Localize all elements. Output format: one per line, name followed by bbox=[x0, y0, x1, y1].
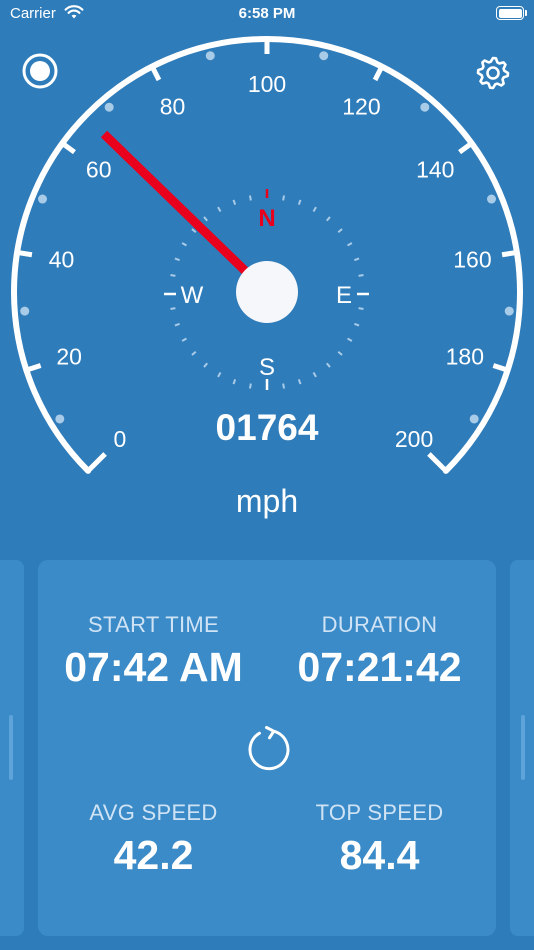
duration-label: DURATION bbox=[321, 612, 438, 637]
compass-tick bbox=[347, 242, 353, 247]
gauge-major-tick bbox=[492, 363, 509, 373]
speed-label: 80 bbox=[160, 94, 186, 120]
compass-tick bbox=[354, 257, 360, 262]
gauge-minor-dot bbox=[104, 102, 114, 112]
top-speed-value: 84.4 bbox=[339, 832, 420, 878]
compass-tick bbox=[181, 337, 187, 342]
compass-tick bbox=[297, 199, 302, 205]
speed-label: 200 bbox=[395, 426, 433, 452]
speed-label: 100 bbox=[248, 71, 286, 97]
gauge-major-tick bbox=[25, 363, 42, 373]
trip-stats-card: START TIME 07:42 AM DURATION 07:21:42 AV… bbox=[38, 560, 496, 936]
speed-needle bbox=[100, 130, 271, 296]
compass-tick bbox=[174, 322, 180, 327]
top-speed-stat: TOP SPEED 84.4 bbox=[265, 800, 494, 879]
top-speed-label: TOP SPEED bbox=[315, 800, 444, 825]
compass-tick bbox=[354, 322, 360, 327]
compass-tick bbox=[232, 199, 237, 205]
compass-north-label: N bbox=[258, 205, 275, 232]
compass-tick bbox=[312, 206, 317, 212]
gear-icon bbox=[476, 56, 510, 90]
compass-tick bbox=[282, 195, 286, 201]
gauge-major-tick bbox=[501, 249, 518, 258]
compass-tick bbox=[181, 242, 187, 247]
speed-label: 40 bbox=[49, 246, 75, 272]
compass-tick bbox=[170, 273, 176, 277]
gauge-minor-dot bbox=[504, 306, 514, 316]
compass-tick bbox=[326, 362, 331, 368]
gauge-minor-dot bbox=[469, 414, 479, 424]
gauge-major-tick bbox=[427, 452, 448, 473]
gauge-major-tick bbox=[372, 65, 385, 82]
compass-tick bbox=[217, 372, 222, 378]
gauge-minor-dot bbox=[420, 102, 430, 112]
gauge-minor-dot bbox=[20, 306, 30, 316]
compass-tick bbox=[248, 195, 252, 201]
compass-south-label: S bbox=[259, 354, 275, 381]
reset-icon bbox=[248, 726, 290, 771]
gauge-major-tick bbox=[86, 452, 107, 473]
compass-east-label: E bbox=[336, 282, 352, 309]
speed-label: 120 bbox=[342, 94, 380, 120]
gauge-major-tick bbox=[458, 141, 474, 155]
compass-tick bbox=[358, 307, 364, 311]
compass-tick bbox=[282, 383, 286, 389]
record-icon bbox=[30, 61, 50, 81]
speed-label: 60 bbox=[86, 157, 112, 183]
settings-button[interactable] bbox=[474, 54, 512, 92]
avg-speed-label: AVG SPEED bbox=[89, 800, 218, 825]
compass-tick bbox=[358, 273, 364, 277]
gauge-major-tick bbox=[60, 141, 76, 155]
start-time-value: 07:42 AM bbox=[64, 644, 243, 690]
speed-label: 160 bbox=[453, 246, 491, 272]
record-button[interactable] bbox=[22, 53, 58, 89]
compass-tick bbox=[203, 362, 208, 368]
needle-hub bbox=[236, 261, 298, 323]
compass-west-label: W bbox=[181, 282, 204, 309]
speedometer-gauge: 0 20 40 60 80 100 120 140 160 180 200 N S E W 0176… bbox=[11, 36, 523, 474]
start-time-stat: START TIME 07:42 AM bbox=[39, 612, 268, 691]
compass-tick bbox=[217, 206, 222, 212]
unit-label: mph bbox=[235, 483, 299, 519]
page-handle bbox=[9, 715, 13, 780]
next-page-card[interactable] bbox=[510, 560, 534, 936]
compass-tick bbox=[337, 351, 343, 356]
page-handle bbox=[521, 715, 525, 780]
compass-tick bbox=[297, 379, 302, 385]
avg-speed-value: 42.2 bbox=[113, 832, 194, 878]
gauge-minor-dot bbox=[55, 414, 65, 424]
reset-button[interactable] bbox=[244, 725, 290, 771]
compass-tick bbox=[347, 337, 353, 342]
gauge-minor-dot bbox=[319, 51, 329, 61]
speed-label: 0 bbox=[114, 426, 127, 452]
gauge-minor-dot bbox=[487, 194, 497, 204]
gauge-major-tick bbox=[149, 65, 162, 82]
compass-tick bbox=[203, 216, 208, 222]
compass-tick bbox=[232, 379, 237, 385]
compass-tick bbox=[174, 257, 180, 262]
compass-tick bbox=[337, 228, 343, 233]
gauge-minor-dot bbox=[205, 51, 215, 61]
previous-page-card[interactable] bbox=[0, 560, 24, 936]
compass-tick bbox=[326, 216, 331, 222]
avg-speed-stat: AVG SPEED 42.2 bbox=[39, 800, 268, 879]
duration-value: 07:21:42 bbox=[297, 644, 462, 690]
speed-label: 20 bbox=[56, 343, 82, 369]
start-time-label: START TIME bbox=[88, 612, 219, 637]
gauge-minor-dot bbox=[37, 194, 47, 204]
compass-tick bbox=[191, 351, 197, 356]
compass-tick bbox=[312, 372, 317, 378]
compass-tick bbox=[191, 228, 197, 233]
odometer: 01764 bbox=[216, 407, 319, 448]
compass-tick bbox=[170, 307, 176, 311]
duration-stat: DURATION 07:21:42 bbox=[265, 612, 494, 691]
speed-label: 180 bbox=[446, 343, 484, 369]
gauge-major-tick bbox=[16, 249, 33, 258]
compass-tick bbox=[248, 383, 252, 389]
speed-label: 140 bbox=[416, 157, 454, 183]
